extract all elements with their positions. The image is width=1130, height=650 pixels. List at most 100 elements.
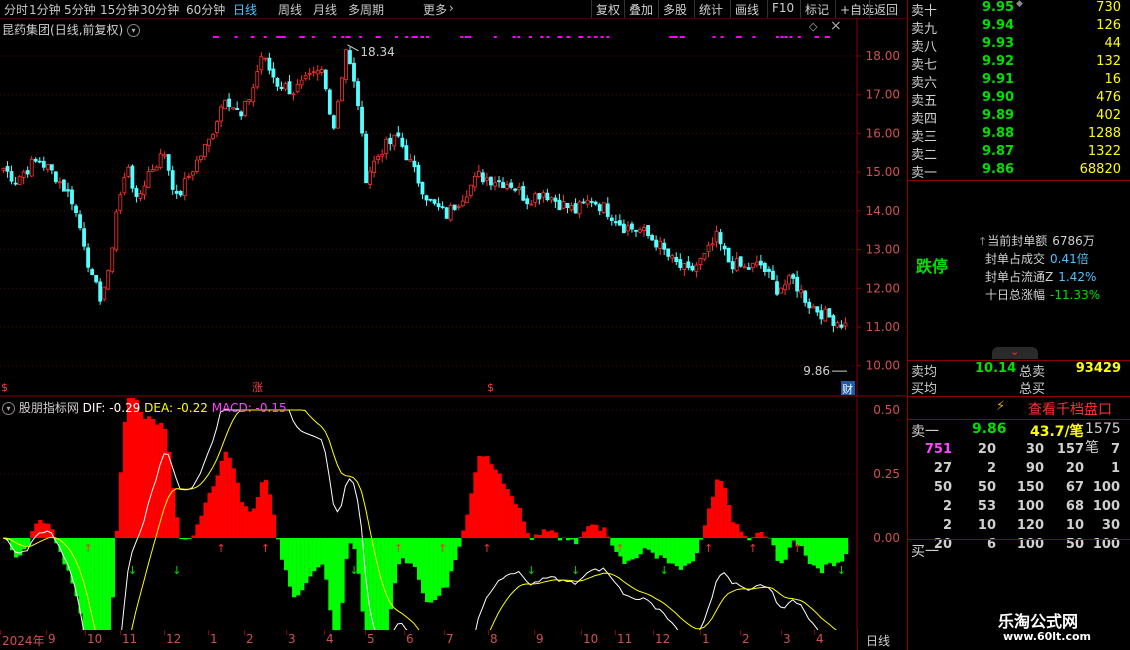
period-7[interactable]: 周线 (278, 1, 302, 18)
price-tick-label: 17.00 (866, 88, 900, 102)
time-label: 10 (583, 632, 599, 646)
close-icon[interactable]: × (830, 18, 842, 34)
signal-dot (460, 36, 464, 38)
macd-bar (239, 502, 244, 538)
period-10[interactable]: 更多 (423, 1, 447, 18)
chevron-down-icon: ⌄ (1010, 345, 1020, 358)
ask-volume: 44 (1104, 36, 1121, 51)
axis-period-label[interactable]: 日线 (866, 632, 890, 649)
candle-body (634, 229, 638, 232)
ask-row[interactable]: 卖六 9.91 16 (908, 72, 1130, 91)
candle-body (650, 235, 654, 241)
ask-row[interactable]: 卖三 9.88 1288 (908, 126, 1130, 145)
tool-button-6[interactable]: 标记 (805, 1, 829, 18)
chevron-down-icon[interactable]: ▾ (2, 402, 15, 415)
macd-bar (811, 538, 816, 566)
queue-cell: 50 (977, 480, 996, 495)
arrow-down-icon: ↓ (527, 564, 536, 577)
ask-row[interactable]: 卖一 9.86 68820 (908, 162, 1130, 181)
candle-body (815, 306, 820, 313)
ask-row[interactable]: 卖八 9.93 44 (908, 36, 1130, 55)
macd-bar (533, 534, 538, 538)
candle-body (138, 193, 143, 199)
time-tick (488, 630, 489, 635)
depth-button[interactable]: ⚡ 查看千档盘口 (908, 397, 1130, 419)
arrow-down-icon: ↓ (172, 564, 181, 577)
candle-body (315, 70, 320, 75)
candle-body (372, 160, 377, 173)
finance-marker[interactable]: 财 (842, 382, 853, 396)
diamond-icon[interactable]: ◇ (809, 20, 817, 33)
period-0[interactable]: 分时 (4, 1, 28, 18)
candlestick-canvas[interactable]: 18.00 17.00 16.00 15.00 14.00 13.00 12.00 11.00… (0, 19, 906, 397)
macd-bar (549, 530, 555, 538)
macd-bar (574, 538, 579, 545)
ask-row[interactable]: 卖九 9.94 126 (908, 18, 1130, 37)
macd-canvas[interactable]: 0.50 0.25 0.00 ↑ ↓ ↓ ↑ ↑ ↓ ↓ ↑ ↑ ↑ ↓ ↓ ↑ ↓ ↑ ↑ ↑ ↓ (0, 397, 906, 650)
period-1[interactable]: 1分钟 (29, 1, 61, 18)
time-tick (581, 630, 582, 635)
candle-body (553, 197, 558, 202)
tool-button-0[interactable]: 复权 (596, 1, 620, 18)
candle-body (630, 223, 634, 230)
period-4[interactable]: 30分钟 (140, 1, 179, 18)
macd-bar (279, 538, 285, 560)
expand-button[interactable]: ⌄ (992, 345, 1038, 359)
time-label: 4 (816, 632, 824, 646)
candle-body (118, 194, 123, 211)
candle-body (271, 68, 276, 78)
toolbar-separator (624, 0, 625, 18)
macd-bar (324, 538, 329, 580)
queue-table: 751 20 30 157 7 27 2 90 20 1 50 50 150 67 100 2 53 100 68 1… (912, 440, 1120, 554)
macd-bar (247, 511, 252, 538)
period-8[interactable]: 月线 (313, 1, 337, 18)
ask-row[interactable]: 卖十 9.95 730 ◆ (908, 0, 1130, 19)
macd-bar (541, 529, 547, 538)
macd-panel[interactable]: 0.50 0.25 0.00 ↑ ↓ ↓ ↑ ↑ ↓ ↓ ↑ ↑ ↑ ↓ ↓ ↑ ↓ ↑ ↑ ↑ ↓ ▾ 股朋指标网 D… (0, 397, 906, 650)
candle-body (307, 73, 312, 75)
chart-marker[interactable]: $ (1, 381, 8, 394)
candle-body (412, 160, 417, 168)
tool-button-1[interactable]: 叠加 (629, 1, 653, 18)
chart-marker[interactable]: $ (487, 381, 494, 394)
time-tick (164, 630, 165, 635)
ask-row[interactable]: 卖七 9.92 132 (908, 54, 1130, 73)
macd-tick-label: 0.50 (873, 403, 900, 417)
macd-bar (578, 536, 583, 538)
period-2[interactable]: 5分钟 (64, 1, 96, 18)
signal-dot (234, 36, 238, 38)
candle-body (404, 145, 409, 161)
period-9[interactable]: 多周期 (348, 1, 384, 18)
chevron-right-icon[interactable]: › (449, 1, 454, 15)
period-3[interactable]: 15分钟 (100, 1, 139, 18)
candlestick-chart[interactable]: 18.00 17.00 16.00 15.00 14.00 13.00 12.00 11.00… (0, 18, 906, 397)
stat-value: 0.41倍 (1050, 252, 1089, 266)
signal-dot (345, 36, 349, 38)
signal-dot (276, 36, 280, 38)
macd-bar (529, 538, 534, 540)
candle-body (468, 184, 473, 196)
period-6[interactable]: 日线 (233, 1, 257, 18)
macd-bar (207, 492, 212, 538)
period-5[interactable]: 60分钟 (186, 1, 225, 18)
ask-row[interactable]: 卖五 9.90 476 (908, 90, 1130, 109)
tool-button-5[interactable]: F10 (772, 1, 794, 15)
ask-row[interactable]: 卖四 9.89 402 (908, 108, 1130, 127)
tool-button-8[interactable]: 返回 (874, 1, 898, 18)
candle-body (783, 284, 787, 291)
tool-button-4[interactable]: 画线 (735, 1, 759, 18)
macd-bar (106, 538, 111, 646)
candle-body (259, 56, 264, 71)
stat-key: 封单占成交 (985, 252, 1046, 266)
chart-marker[interactable]: 涨 (252, 381, 263, 394)
chevron-down-icon[interactable]: ▾ (127, 24, 141, 37)
candle-body (758, 260, 763, 266)
ask-row[interactable]: 卖二 9.87 1322 (908, 144, 1130, 163)
tool-button-3[interactable]: 统计 (699, 1, 723, 18)
tool-button-2[interactable]: 多股 (663, 1, 687, 18)
macd-bar (275, 538, 281, 540)
macd-bar (231, 468, 236, 538)
macd-bar (739, 531, 744, 538)
macd-bar (163, 428, 168, 538)
indicator-name: 股朋指标网 (18, 401, 79, 415)
